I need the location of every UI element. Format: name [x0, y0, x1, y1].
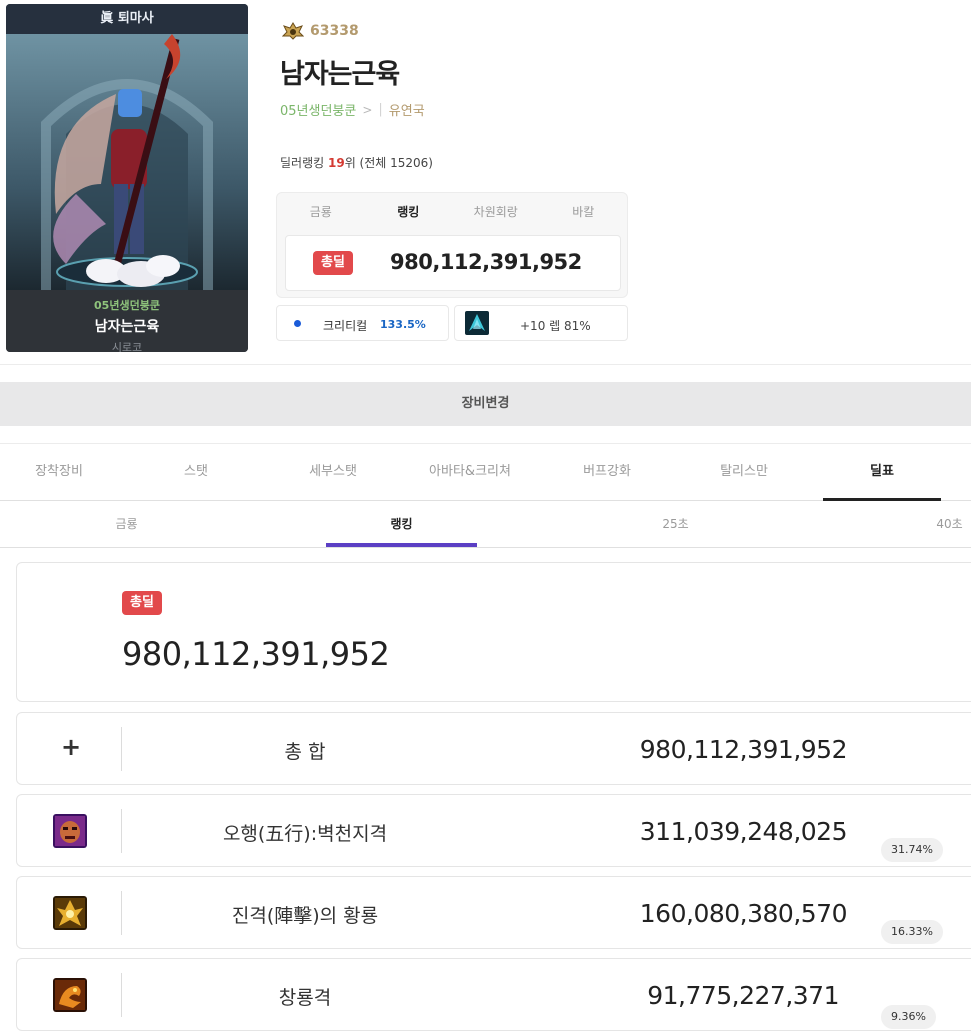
main-tabs: 장착장비 스탯 세부스탯 아바타&크리쳐 버프강화 탈리스만 딜표 [0, 443, 971, 501]
tab-equipment[interactable]: 장착장비 [0, 444, 118, 501]
rank-tab-geumryong[interactable]: 금룡 [277, 193, 365, 231]
weapon-refine-label: +10 렙 81% [520, 319, 591, 333]
subtab-ranking[interactable]: 랭킹 [326, 501, 477, 547]
fame: 63338 [282, 22, 359, 40]
damage-row[interactable]: 창룡격 91,775,227,371 9.36% [16, 958, 971, 1031]
skill-damage: 91,775,227,371 [647, 981, 839, 1010]
tab-detail-stats[interactable]: 세부스탯 [274, 444, 392, 501]
card-guild: 05년생던붕쿤 [94, 299, 160, 312]
damage-row-total[interactable]: + 총 합 980,112,391,952 [16, 712, 971, 785]
dragon-strike-skill-icon [53, 978, 87, 1012]
skill-name: 오행(五行):벽천지격 [222, 823, 388, 845]
tab-buff-enhance[interactable]: 버프강화 [548, 444, 666, 501]
divider: | [378, 102, 383, 117]
golden-dragon-skill-icon [53, 896, 87, 930]
skill-damage: 311,039,248,025 [639, 817, 848, 846]
skill-damage: 980,112,391,952 [639, 735, 848, 764]
character-info: 05년생던붕쿤 남자는근육 시로코 [6, 290, 248, 352]
critical-value: 133.5% [380, 318, 426, 331]
total-damage-value: 980,112,391,952 [122, 635, 390, 673]
damage-share-badge: 31.74% [881, 838, 943, 862]
blue-dot-icon [294, 320, 301, 327]
equip-change-button[interactable]: 장비변경 [0, 382, 971, 426]
skill-name: 총 합 [284, 741, 326, 763]
subtab-25sec[interactable]: 25초 [600, 501, 751, 547]
tab-damage-table[interactable]: 딜표 [823, 444, 941, 501]
dealer-rank: 딜러랭킹 19위 (전체 15206) [280, 156, 433, 170]
fame-value: 63338 [310, 23, 359, 39]
demon-face-skill-icon [53, 814, 87, 848]
character-portrait [6, 34, 248, 290]
skill-name: 진격(陣擊)의 황룡 [231, 905, 379, 927]
character-name: 남자는근육 [280, 59, 400, 90]
subtab-geumryong[interactable]: 금룡 [51, 501, 202, 547]
damage-share-badge: 9.36% [881, 1005, 936, 1029]
rank-total-damage: 980,112,391,952 [390, 250, 582, 274]
job-title: 眞 퇴마사 [6, 4, 248, 34]
plus-icon[interactable]: + [61, 734, 81, 760]
weapon-refine-stat: +10 렙 81% [454, 305, 628, 341]
subtab-40sec[interactable]: 40초 [874, 501, 971, 547]
rank-tab-bakal[interactable]: 바칼 [540, 193, 628, 231]
rank-summary-box: 금룡 랭킹 차원회랑 바칼 총딜 980,112,391,952 [276, 192, 628, 298]
skill-damage: 160,080,380,570 [639, 899, 848, 928]
dealer-rank-number: 19 [328, 156, 345, 170]
total-damage-badge: 총딜 [313, 251, 353, 275]
rank-value-panel: 총딜 980,112,391,952 [285, 235, 621, 291]
card-server: 시로코 [111, 341, 143, 352]
total-badge: 총딜 [122, 591, 162, 615]
sub-tabs: 금룡 랭킹 25초 40초 [0, 501, 971, 548]
damage-share-badge: 16.33% [881, 920, 943, 944]
critical-stat: 크리티컬 133.5% [276, 305, 449, 341]
damage-row[interactable]: 오행(五行):벽천지격 311,039,248,025 31.74% [16, 794, 971, 867]
rank-tab-dimension-corridor[interactable]: 차원회랑 [452, 193, 540, 231]
card-name: 남자는근육 [94, 319, 160, 335]
total-damage-card: 총딜 980,112,391,952 [16, 562, 971, 702]
chevron-right-icon: > [362, 102, 373, 117]
adventure-name[interactable]: 유연국 [389, 100, 425, 119]
character-card[interactable]: 眞 퇴마사 05년생던붕쿤 남자는근육 시로코 [6, 4, 248, 352]
rank-tabs: 금룡 랭킹 차원회랑 바칼 [277, 193, 627, 231]
guild-line: 05년생던붕쿤 > | 유연국 [280, 100, 425, 119]
weapon-item-icon [465, 311, 489, 335]
fame-emblem-icon [282, 22, 304, 40]
section-divider [0, 364, 971, 365]
tab-avatar-creature[interactable]: 아바타&크리쳐 [411, 444, 529, 501]
damage-row[interactable]: 진격(陣擊)의 황룡 160,080,380,570 16.33% [16, 876, 971, 949]
tab-talisman[interactable]: 탈리스만 [685, 444, 803, 501]
critical-label: 크리티컬 [323, 319, 368, 333]
tab-stats[interactable]: 스탯 [137, 444, 255, 501]
rank-tab-ranking[interactable]: 랭킹 [365, 193, 453, 231]
skill-name: 창룡격 [278, 987, 332, 1009]
guild-link[interactable]: 05년생던붕쿤 [280, 100, 356, 119]
